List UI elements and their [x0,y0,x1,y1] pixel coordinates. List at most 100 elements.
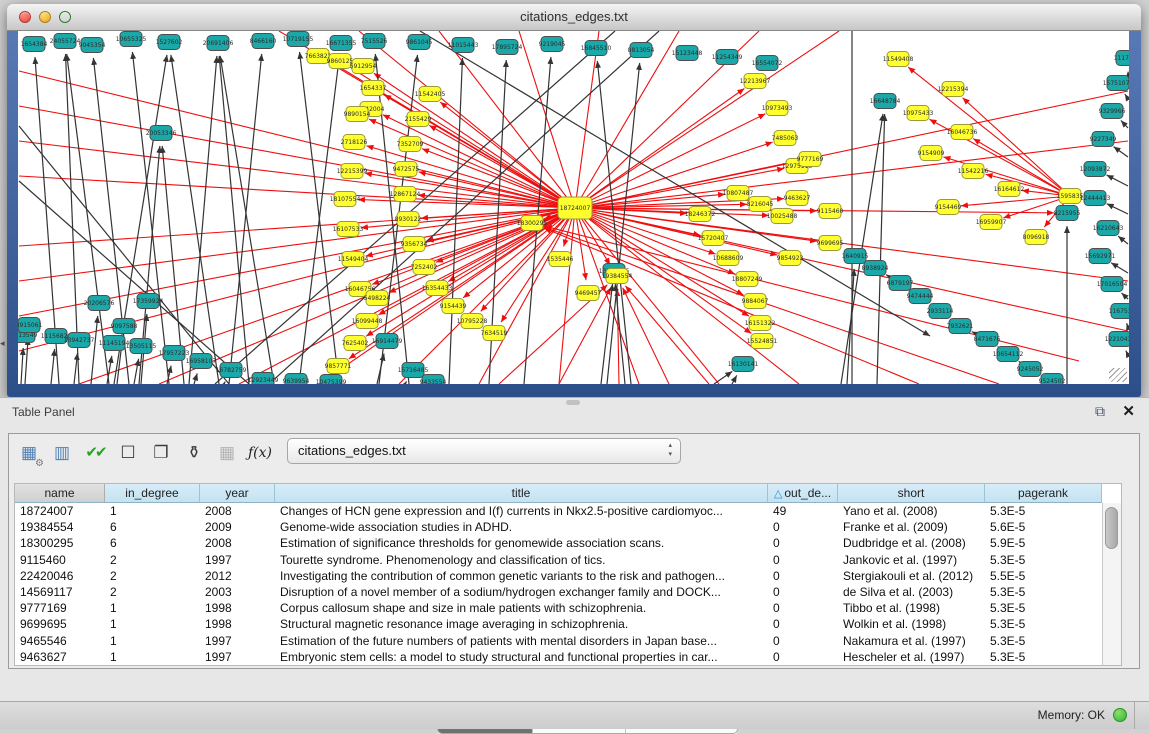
cell-out_de[interactable]: 0 [768,616,838,632]
table-row[interactable]: 1830029562008Estimation of significance … [15,535,1103,551]
cell-pagerank[interactable]: 5.6E-5 [985,519,1102,535]
graph-node-yellow[interactable]: 9472575 [393,162,420,177]
graph-node-teal[interactable]: 17359924 [133,294,164,309]
collapse-west-panel-icon[interactable]: ◂ [0,338,5,349]
zoom-window-icon[interactable] [59,11,71,23]
citation-edge-red[interactable] [19,176,575,208]
cell-title[interactable]: Investigating the contribution of common… [275,568,768,584]
citation-edge-black[interactable] [1121,120,1128,128]
graph-node-teal[interactable]: 11015443 [448,38,479,53]
cell-in_degree[interactable]: 2 [105,584,200,600]
graph-node-yellow[interactable]: 1595835 [1057,189,1084,204]
cell-pagerank[interactable]: 5.3E-5 [985,633,1102,649]
graph-node-teal[interactable]: 16958107 [186,354,217,369]
cell-title[interactable]: Structural magnetic resonance image aver… [275,616,768,632]
citation-edge-black[interactable] [51,349,55,384]
graph-node-teal[interactable]: 9045354 [79,38,106,53]
citation-edge-black[interactable] [615,284,625,384]
graph-node-teal[interactable]: 20206576 [84,296,115,311]
column-visibility-icon[interactable]: ▥ [48,439,76,467]
cell-year[interactable]: 2008 [200,535,275,551]
graph-node-yellow[interactable]: 12215399 [337,164,368,179]
cell-pagerank[interactable]: 5.3E-5 [985,503,1102,519]
cell-pagerank[interactable]: 5.3E-5 [985,584,1102,600]
minimize-window-icon[interactable] [39,11,51,23]
cell-short[interactable]: Tibbo et al. (1998) [838,600,985,616]
table-row[interactable]: 946554611997Estimation of the future num… [15,633,1103,649]
graph-node-teal[interactable]: 9433554 [420,375,447,385]
citation-edge-black[interactable] [847,269,854,384]
column-header-short[interactable]: short [838,484,985,503]
cell-short[interactable]: Hescheler et al. (1997) [838,649,985,665]
graph-node-teal[interactable]: 8813054 [628,43,655,58]
citation-edge-black[interactable] [377,354,384,384]
graph-node-yellow[interactable]: 11549404 [338,252,369,267]
cell-year[interactable]: 1997 [200,649,275,665]
graph-node-teal[interactable]: 2933114 [927,304,954,319]
graph-node-yellow[interactable]: 16107533 [333,222,364,237]
graph-node-yellow[interactable]: 18300295 [517,216,548,231]
column-header-out_de[interactable]: △out_de... [768,484,838,503]
graph-node-yellow[interactable]: 9884067 [742,294,769,309]
citation-edge-black[interactable] [21,348,23,384]
graph-node-teal[interactable]: 12093872 [1080,162,1111,177]
graph-node-teal[interactable]: 9097588 [111,319,138,334]
graph-node-teal[interactable]: 9329966 [1099,104,1126,119]
cell-name[interactable]: 9465546 [15,633,105,649]
resize-grip-icon[interactable] [1109,368,1127,382]
graph-node-yellow[interactable]: 16099448 [352,314,383,329]
cell-in_degree[interactable]: 1 [105,649,200,665]
citation-edge-black[interactable] [405,381,407,384]
attribute-table[interactable]: namein_degreeyeartitle△out_de...shortpag… [14,483,1122,666]
citation-edge-red[interactable] [575,31,839,208]
citation-edge-red[interactable] [575,31,599,208]
table-row[interactable]: 977716911998Corpus callosum shape and si… [15,600,1103,616]
network-canvas[interactable]: 1872400716543842405572490453541065532515… [18,31,1129,384]
cell-in_degree[interactable]: 1 [105,633,200,649]
graph-node-teal[interactable]: 8915061 [18,318,43,333]
cell-title[interactable]: Estimation of the future numbers of pati… [275,633,768,649]
graph-node-teal[interactable]: 8466160 [250,34,277,49]
graph-node-yellow[interactable]: 9854923 [777,251,804,266]
graph-node-yellow[interactable]: 2155429 [405,112,432,127]
citation-edge-black[interactable] [714,371,732,384]
graph-node-teal[interactable]: 12210433 [1105,332,1129,347]
graph-node-yellow[interactable]: 9777169 [797,152,824,167]
cell-out_de[interactable]: 0 [768,649,838,665]
graph-node-yellow[interactable]: 18107554 [330,192,361,207]
graph-node-teal[interactable]: 6879197 [887,276,914,291]
delete-table-icon[interactable]: ▦ [213,439,241,467]
citation-edge-red[interactable] [625,286,709,384]
graph-node-yellow[interactable]: 9890154 [344,107,371,122]
graph-node-hub[interactable]: 18724007 [558,197,592,219]
graph-node-teal[interactable]: 9219045 [539,37,566,52]
citation-edge-black[interactable] [194,373,197,384]
graph-node-teal[interactable]: 15692971 [1085,249,1116,264]
table-row[interactable]: 1938455462009Genome-wide association stu… [15,519,1103,535]
cell-year[interactable]: 1997 [200,633,275,649]
cell-in_degree[interactable]: 6 [105,519,200,535]
graph-node-teal[interactable]: 16554072 [752,56,783,71]
float-panel-icon[interactable]: ⧉ [1095,403,1105,420]
cell-short[interactable]: Franke et al. (2009) [838,519,985,535]
graph-node-yellow[interactable]: 7252402 [411,260,438,275]
graph-node-yellow[interactable]: 19384554 [602,269,633,284]
citation-edge-black[interactable] [420,31,930,336]
column-header-year[interactable]: year [200,484,275,503]
graph-node-teal[interactable]: 9245052 [1017,362,1044,377]
cell-short[interactable]: de Silva et al. (2003) [838,584,985,600]
graph-node-teal[interactable]: 12923449 [248,373,279,385]
cell-short[interactable]: Dudbridge et al. (2008) [838,535,985,551]
column-header-title[interactable]: title [275,484,768,503]
citation-edge-black[interactable] [134,359,139,384]
graph-node-yellow[interactable]: 7352709 [397,137,424,152]
graph-node-teal[interactable]: 16914479 [372,334,403,349]
cell-short[interactable]: Nakamura et al. (1997) [838,633,985,649]
graph-node-yellow[interactable]: 9154469 [935,200,962,215]
graph-node-yellow[interactable]: 11542216 [958,164,989,179]
cell-name[interactable]: 22420046 [15,568,105,584]
citation-edge-black[interactable] [1118,236,1128,244]
graph-node-teal[interactable]: 9524502 [1039,374,1066,385]
graph-node-teal[interactable]: 8471676 [974,332,1001,347]
graph-node-yellow[interactable]: 5498224 [364,291,391,306]
